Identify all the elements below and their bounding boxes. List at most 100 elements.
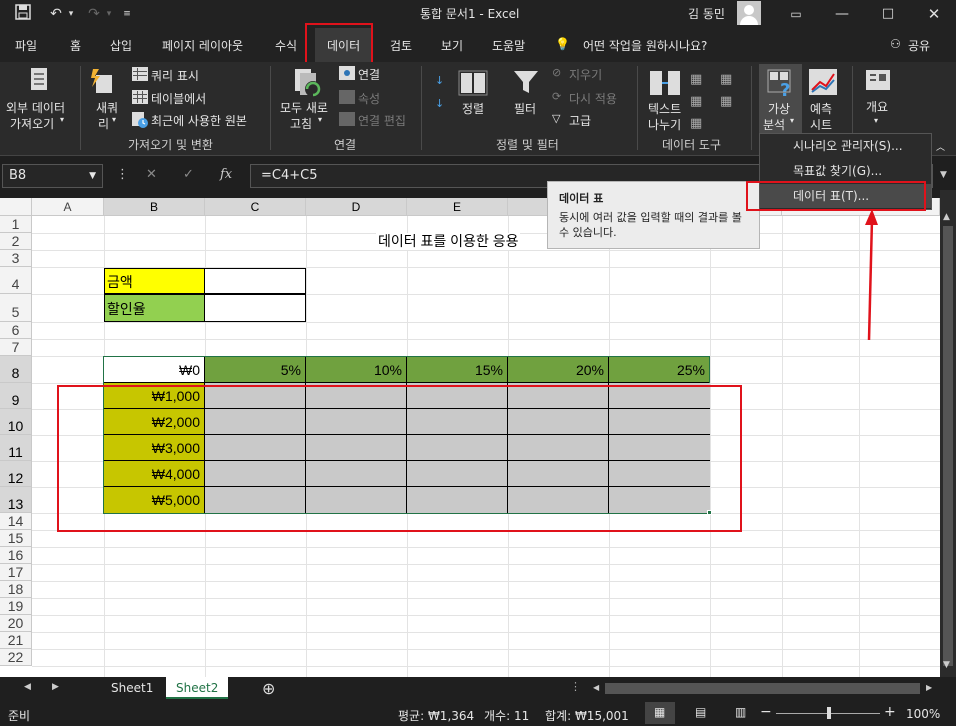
column-header-b[interactable]: B xyxy=(104,198,205,216)
forecast-sheet-icon[interactable] xyxy=(808,68,838,96)
sheet-tab-sheet2[interactable]: Sheet2 xyxy=(166,677,229,699)
select-all-corner[interactable] xyxy=(0,198,32,216)
enter-icon[interactable]: ✓ xyxy=(183,167,194,182)
tab-insert[interactable]: 삽입 xyxy=(110,37,132,54)
row-header-13[interactable]: 13 xyxy=(0,487,32,513)
connections-button[interactable]: 연결 xyxy=(358,66,380,83)
filter-icon[interactable] xyxy=(512,68,540,96)
tab-home[interactable]: 홈 xyxy=(70,37,81,54)
save-icon[interactable] xyxy=(14,4,32,24)
tab-file[interactable]: 파일 xyxy=(15,37,37,54)
row-header-8[interactable]: 8 xyxy=(0,356,32,383)
avatar[interactable] xyxy=(737,1,761,25)
rate-cell[interactable]: 10% xyxy=(306,357,407,383)
filter-button[interactable]: 필터 xyxy=(514,100,536,117)
undo-icon[interactable]: ↶ xyxy=(46,4,66,24)
cancel-icon[interactable]: ✕ xyxy=(146,167,157,182)
cell-b5-discount-label[interactable]: 할인율 xyxy=(104,294,205,322)
user-name[interactable]: 김 동민 xyxy=(688,5,725,22)
next-sheet-icon[interactable]: ▶ xyxy=(52,682,59,692)
zoom-level[interactable]: 100% xyxy=(906,707,940,721)
prev-sheet-icon[interactable]: ◀ xyxy=(24,682,31,692)
row-header-3[interactable]: 3 xyxy=(0,250,32,267)
text-to-columns-label[interactable]: 텍스트 xyxy=(648,100,681,117)
status-average[interactable]: 평균: ₩1,364 xyxy=(398,707,474,724)
tell-me-search[interactable]: 어떤 작업을 원하시나요? xyxy=(583,37,707,54)
share-icon[interactable]: ⚇ xyxy=(890,37,901,51)
row-header-10[interactable]: 10 xyxy=(0,409,32,435)
tab-view[interactable]: 보기 xyxy=(441,37,463,54)
row-header-1[interactable]: 1 xyxy=(0,216,32,233)
horizontal-scroll-thumb[interactable] xyxy=(605,683,920,694)
close-icon[interactable]: ✕ xyxy=(925,4,943,24)
get-external-label-2[interactable]: 가져오기 xyxy=(10,115,54,132)
show-query-button[interactable]: 쿼리 표시 xyxy=(151,67,199,84)
forecast-label-2[interactable]: 시트 xyxy=(810,116,832,133)
recent-sources-button[interactable]: 최근에 사용한 원본 xyxy=(151,112,247,129)
new-query-icon[interactable] xyxy=(90,67,116,95)
rate-cell[interactable]: 20% xyxy=(508,357,609,383)
sort-button[interactable]: 정렬 xyxy=(462,100,484,117)
redo-icon[interactable]: ↷ xyxy=(84,4,104,24)
redo-dropdown-icon[interactable]: ▾ xyxy=(104,4,114,24)
sort-icon[interactable] xyxy=(458,70,488,96)
undo-dropdown-icon[interactable]: ▾ xyxy=(66,4,76,24)
row-header-18[interactable]: 18 xyxy=(0,581,32,598)
new-query-label[interactable]: 새쿼 xyxy=(96,99,118,116)
add-sheet-icon[interactable]: ⊕ xyxy=(262,679,275,698)
row-header-16[interactable]: 16 xyxy=(0,547,32,564)
column-header-c[interactable]: C xyxy=(205,198,306,216)
refresh-all-label-2[interactable]: 고침 xyxy=(290,115,312,132)
cell-b8-formula[interactable]: ₩0 xyxy=(104,357,205,383)
page-layout-view-icon[interactable]: ▤ xyxy=(695,705,706,719)
row-header-11[interactable]: 11 xyxy=(0,435,32,461)
scroll-thumb[interactable] xyxy=(943,226,953,666)
column-header-d[interactable]: D xyxy=(306,198,407,216)
worksheet-grid[interactable]: A B C D E F G H I 1 2 3 4 5 6 7 8 9 10 1… xyxy=(0,198,940,677)
sheet-tab-sheet1[interactable]: Sheet1 xyxy=(101,677,163,699)
tab-help[interactable]: 도움말 xyxy=(492,37,525,54)
chevron-down-icon[interactable]: ▼ xyxy=(89,165,96,187)
flash-fill-icon[interactable]: ▦ xyxy=(690,72,702,87)
goal-seek-item[interactable]: 목표값 찾기(G)... xyxy=(760,159,931,183)
tab-split-icon[interactable]: ⋮ xyxy=(570,680,581,693)
get-external-label[interactable]: 외부 데이터 xyxy=(6,99,65,116)
remove-duplicates-icon[interactable]: ▦ xyxy=(690,94,702,109)
customize-qat-icon[interactable]: ≡ xyxy=(120,4,134,24)
rate-cell[interactable]: 5% xyxy=(205,357,306,383)
row-header-2[interactable]: 2 xyxy=(0,233,32,250)
collapse-ribbon-icon[interactable]: ︿ xyxy=(936,140,945,153)
row-header-14[interactable]: 14 xyxy=(0,513,32,530)
rate-cell[interactable]: 15% xyxy=(407,357,508,383)
row-header-12[interactable]: 12 xyxy=(0,461,32,487)
row-header-15[interactable]: 15 xyxy=(0,530,32,547)
zoom-in-icon[interactable]: + xyxy=(884,704,896,720)
more-icon[interactable]: ⋮ xyxy=(116,167,129,182)
row-header-20[interactable]: 20 xyxy=(0,615,32,632)
row-header-22[interactable]: 22 xyxy=(0,649,32,666)
text-to-columns-icon[interactable] xyxy=(648,68,682,98)
row-header-6[interactable]: 6 xyxy=(0,322,32,339)
scroll-up-icon[interactable]: ▲ xyxy=(943,212,950,222)
new-query-label-2[interactable]: 리 xyxy=(98,115,109,132)
refresh-all-label[interactable]: 모두 새로 xyxy=(280,99,328,116)
properties-button[interactable]: 속성 xyxy=(358,90,380,107)
scroll-down-icon[interactable]: ▼ xyxy=(943,660,950,670)
outline-button[interactable]: 개요 xyxy=(866,98,888,115)
column-header-e[interactable]: E xyxy=(407,198,508,216)
tab-page-layout[interactable]: 페이지 레이아웃 xyxy=(162,37,243,54)
scroll-right-icon[interactable]: ▶ xyxy=(926,683,932,692)
row-header-17[interactable]: 17 xyxy=(0,564,32,581)
sort-asc-icon[interactable]: ↓ xyxy=(435,74,444,87)
share-button[interactable]: 공유 xyxy=(908,37,930,54)
clear-button[interactable]: 지우기 xyxy=(569,66,602,83)
row-header-5[interactable]: 5 xyxy=(0,294,32,322)
column-header-a[interactable]: A xyxy=(32,198,104,216)
edit-links-button[interactable]: 연결 편집 xyxy=(358,112,406,129)
row-header-9[interactable]: 9 xyxy=(0,383,32,409)
scroll-left-icon[interactable]: ◀ xyxy=(593,683,599,692)
cell-c5-discount-input[interactable] xyxy=(204,294,306,322)
zoom-thumb[interactable] xyxy=(827,707,831,719)
tab-review[interactable]: 검토 xyxy=(390,37,412,54)
sheet-title-cell[interactable]: 데이터 표를 이용한 응용 xyxy=(376,233,521,250)
